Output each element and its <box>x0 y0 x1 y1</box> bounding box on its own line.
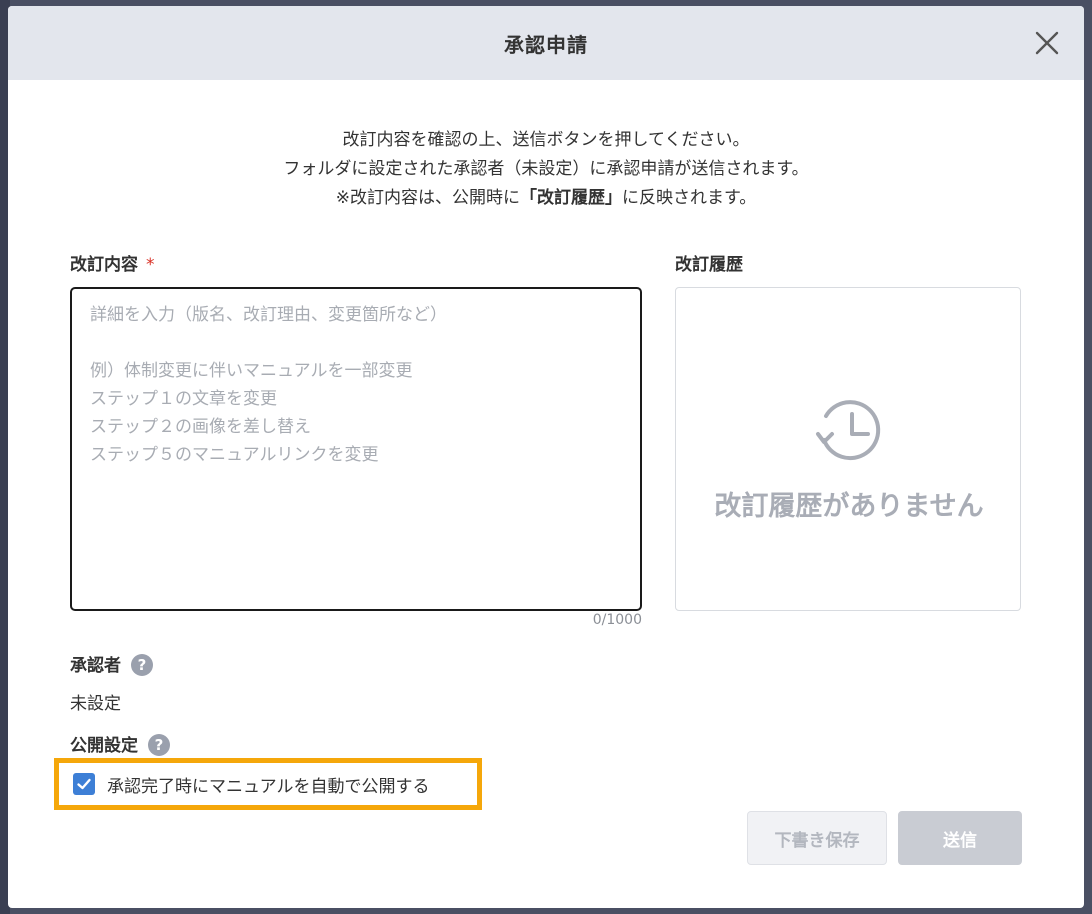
intro-line-3-suffix: に反映されます。 <box>621 188 757 208</box>
required-mark: * <box>146 255 155 275</box>
revision-textarea-container <box>70 287 642 611</box>
intro-text: 改訂内容を確認の上、送信ボタンを押してください。 フォルダに設定された承認者（未… <box>8 126 1084 213</box>
publish-settings-label-text: 公開設定 <box>70 736 138 756</box>
revision-label: 改訂内容 * <box>70 250 155 275</box>
history-clock-icon <box>816 400 881 461</box>
history-panel: 改訂履歴がありません <box>675 287 1021 611</box>
revision-label-text: 改訂内容 <box>70 255 138 275</box>
auto-publish-checkbox[interactable] <box>73 773 95 795</box>
approver-value: 未設定 <box>70 694 121 714</box>
approval-request-modal: 承認申請 改訂内容を確認の上、送信ボタンを押してください。 フォルダに設定された… <box>8 6 1084 908</box>
checkmark-icon <box>77 778 91 790</box>
close-button[interactable] <box>1032 28 1062 58</box>
history-empty-text: 改訂履歴がありません <box>714 491 984 522</box>
intro-history-emphasis: 「改訂履歴」 <box>519 188 622 208</box>
send-button[interactable]: 送信 <box>898 811 1022 865</box>
publish-settings-label: 公開設定? <box>70 731 170 756</box>
save-draft-button[interactable]: 下書き保存 <box>747 811 887 865</box>
close-icon <box>1035 31 1059 55</box>
publish-help-icon[interactable]: ? <box>148 734 170 756</box>
approver-help-icon[interactable]: ? <box>131 654 153 676</box>
intro-line-3: ※改訂内容は、公開時に「改訂履歴」に反映されます。 <box>8 184 1084 213</box>
revision-textarea[interactable] <box>72 289 640 609</box>
approver-label-text: 承認者 <box>70 656 121 676</box>
history-label: 改訂履歴 <box>675 255 743 275</box>
modal-title: 承認申請 <box>504 32 588 57</box>
auto-publish-label[interactable]: 承認完了時にマニュアルを自動で公開する <box>107 772 430 797</box>
intro-line-1: 改訂内容を確認の上、送信ボタンを押してください。 <box>342 130 750 150</box>
approver-label: 承認者? <box>70 651 153 676</box>
modal-header: 承認申請 <box>8 6 1084 80</box>
char-count: 0/1000 <box>592 612 642 628</box>
intro-line-2: フォルダに設定された承認者（未設定）に承認申請が送信されます。 <box>283 159 809 179</box>
intro-line-3-prefix: ※改訂内容は、公開時に <box>335 188 520 208</box>
auto-publish-option[interactable]: 承認完了時にマニュアルを自動で公開する <box>54 758 482 810</box>
